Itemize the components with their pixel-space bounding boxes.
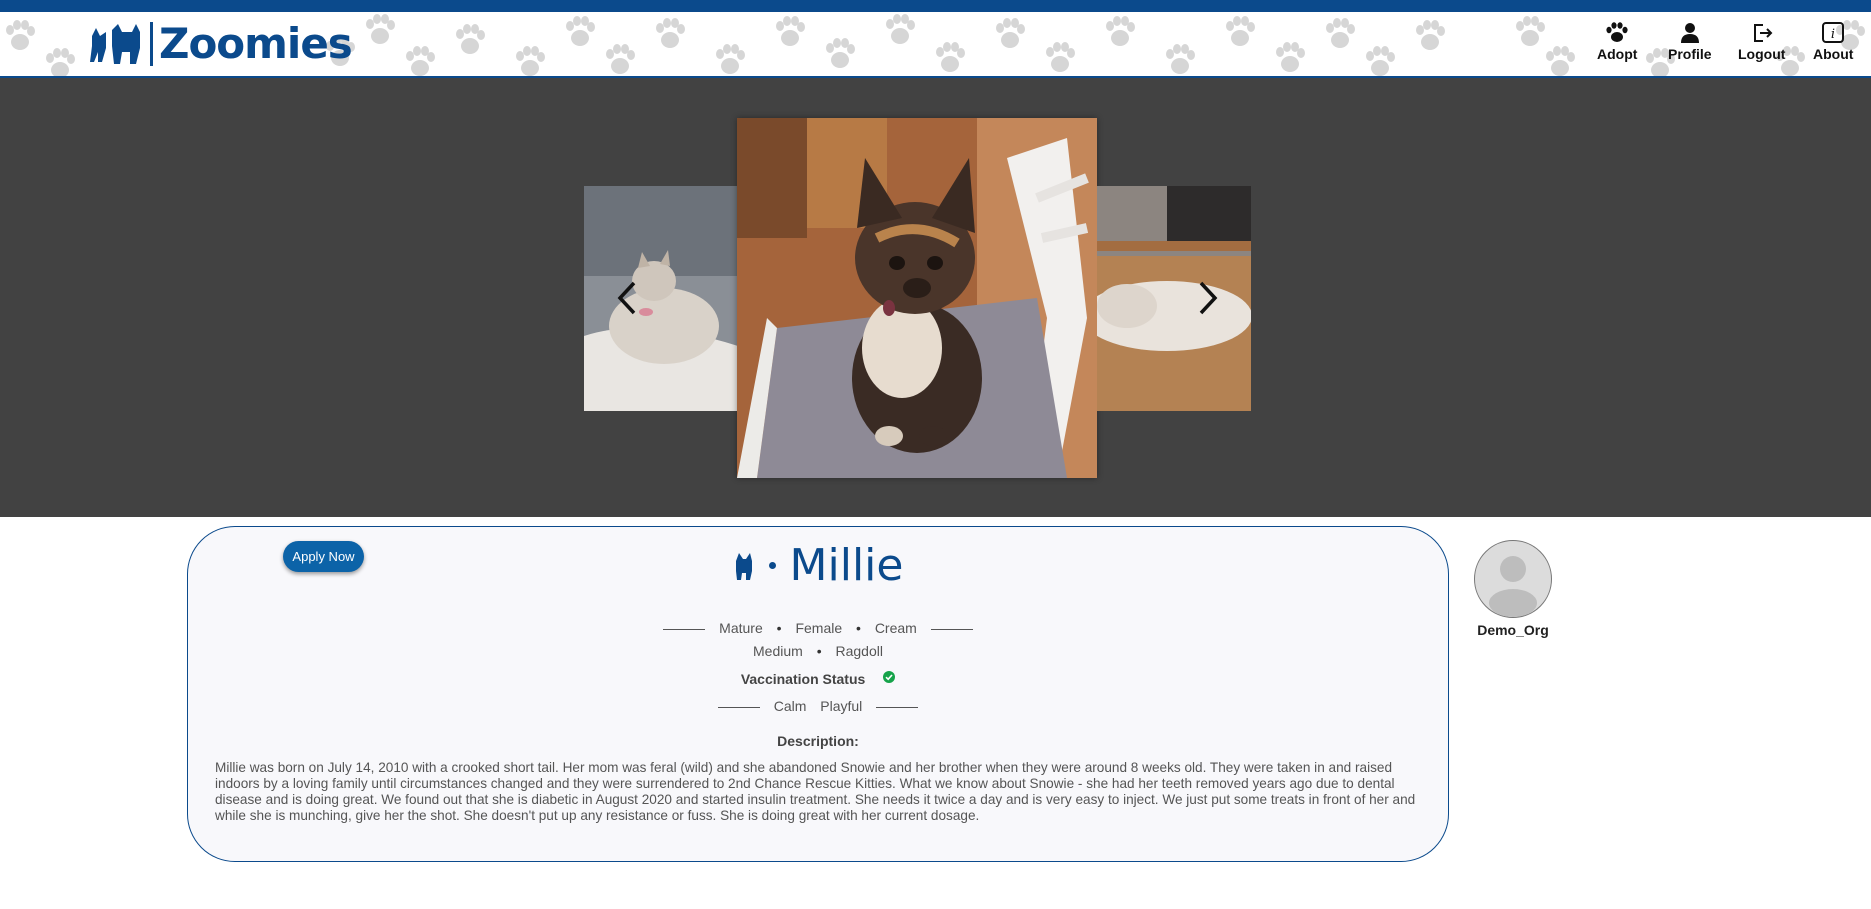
logout-icon <box>1753 24 1773 42</box>
pet-attributes-row-1: Mature • Female • Cream <box>187 620 1449 636</box>
pet-name: Millie <box>789 540 904 591</box>
nav-about[interactable]: i About <box>1813 22 1853 62</box>
person-icon <box>1680 23 1699 43</box>
title-separator-dot <box>768 562 776 569</box>
divider-line <box>663 628 706 630</box>
bullet-separator: • <box>776 620 782 636</box>
divider-line <box>876 706 919 708</box>
pet-attributes-row-2: Medium • Ragdoll <box>187 643 1449 659</box>
pet-breed: Ragdoll <box>835 643 883 659</box>
organization-name[interactable]: Demo_Org <box>1474 622 1552 638</box>
cat-dog-logo-icon <box>90 24 140 64</box>
pet-traits-row: Calm Playful <box>187 698 1449 714</box>
pet-sex: Female <box>795 620 843 636</box>
nav-about-label: About <box>1813 46 1854 62</box>
pet-color: Cream <box>874 620 917 636</box>
chevron-right-icon <box>1199 281 1218 315</box>
organization-card[interactable]: Demo_Org <box>1474 540 1552 638</box>
site-header: Zoomies Adopt Profile Logout i About <box>0 12 1871 78</box>
nav-profile-label: Profile <box>1668 46 1712 62</box>
nav-adopt[interactable]: Adopt <box>1597 22 1637 62</box>
svg-text:i: i <box>1831 27 1835 42</box>
pet-description: Millie was born on July 14, 2010 with a … <box>215 760 1416 823</box>
divider-line <box>717 706 760 708</box>
zoomies-logo[interactable]: Zoomies <box>88 18 353 70</box>
trait-playful: Playful <box>820 698 863 714</box>
vaccination-status-label: Vaccination Status <box>740 671 866 687</box>
top-accent-bar <box>0 0 1871 12</box>
bullet-separator: • <box>816 643 822 659</box>
default-avatar-icon <box>1489 556 1537 617</box>
trait-calm: Calm <box>773 698 807 714</box>
nav-logout[interactable]: Logout <box>1738 22 1785 62</box>
brand-name: Zoomies <box>150 22 353 66</box>
nav-logout-label: Logout <box>1738 46 1786 62</box>
pet-age: Mature <box>719 620 763 636</box>
paw-icon <box>1606 22 1628 42</box>
check-circle-icon <box>883 671 896 684</box>
avatar[interactable] <box>1474 540 1552 618</box>
pet-title: Millie <box>0 540 1636 591</box>
cat-icon <box>735 552 752 580</box>
bullet-separator: • <box>856 620 861 636</box>
pet-size: Medium <box>753 643 803 659</box>
description-heading: Description: <box>777 733 859 749</box>
info-icon: i <box>1822 22 1845 43</box>
nav-profile[interactable]: Profile <box>1668 22 1712 62</box>
vaccination-status-row: Vaccination Status <box>187 671 1449 687</box>
photo-carousel <box>0 78 1871 517</box>
carousel-next-button[interactable] <box>1193 278 1223 318</box>
nav-adopt-label: Adopt <box>1597 46 1638 62</box>
divider-line <box>930 628 973 630</box>
chevron-left-icon <box>617 281 636 315</box>
cat-photo-main[interactable] <box>737 118 1097 478</box>
cat-photo-left[interactable] <box>584 186 738 411</box>
carousel-prev-button[interactable] <box>612 278 642 318</box>
cat-photo-right[interactable] <box>1097 186 1251 411</box>
